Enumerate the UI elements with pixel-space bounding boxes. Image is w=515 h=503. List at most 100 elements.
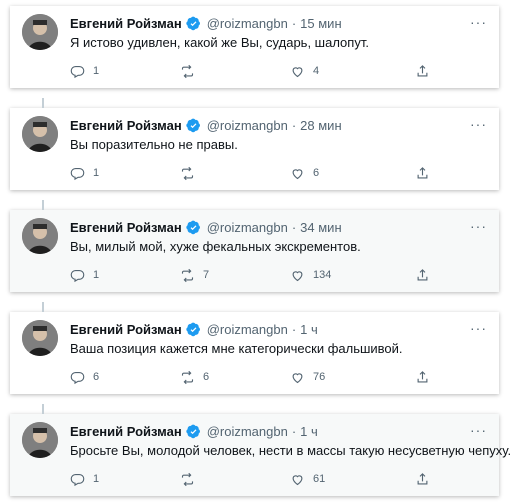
tweet-actions: 6 6 76 (70, 368, 430, 386)
reply-button[interactable]: 1 (70, 166, 180, 181)
tweet-text: Я истово удивлен, какой же Вы, сударь, ш… (70, 35, 369, 50)
share-button[interactable] (415, 472, 430, 487)
thread-line (42, 302, 44, 312)
like-button[interactable]: 61 (290, 472, 400, 487)
share-icon (417, 370, 428, 382)
tweet-time[interactable]: 28 мин (300, 118, 341, 133)
reply-count: 1 (93, 473, 100, 485)
tweet-card[interactable]: Евгений Ройзман @roizmangbn · 1 ч ··· Ва… (10, 302, 499, 394)
tweet-card[interactable]: Евгений Ройзман @roizmangbn · 1 ч ··· Бр… (10, 404, 512, 496)
more-options-icon[interactable]: ··· (470, 320, 487, 336)
more-options-icon[interactable]: ··· (470, 422, 487, 438)
share-button[interactable] (415, 166, 430, 181)
share-icon (417, 64, 428, 76)
verified-badge-icon (186, 16, 200, 30)
like-icon (292, 474, 303, 485)
reply-icon (70, 473, 85, 486)
tweet-header: Евгений Ройзман @roizmangbn · 1 ч (70, 422, 489, 440)
separator-dot: · (291, 117, 297, 133)
author-name[interactable]: Евгений Ройзман (70, 16, 182, 31)
retweet-count: 6 (203, 371, 210, 383)
like-count: 76 (313, 371, 326, 383)
separator-dot: · (291, 15, 297, 31)
like-button[interactable]: 6 (290, 166, 400, 181)
separator-dot: · (291, 321, 297, 337)
tweet-time[interactable]: 1 ч (300, 322, 318, 337)
reply-button[interactable]: 6 (70, 370, 180, 385)
retweet-icon (181, 472, 194, 486)
author-name[interactable]: Евгений Ройзман (70, 220, 182, 235)
retweet-button[interactable] (180, 472, 290, 487)
verified-badge-icon (186, 220, 200, 234)
author-handle[interactable]: @roizmangbn (207, 424, 288, 439)
tweet-header: Евгений Ройзман @roizmangbn · 34 мин (70, 218, 489, 236)
reply-count: 1 (93, 167, 100, 179)
more-options-icon[interactable]: ··· (470, 14, 487, 30)
separator-dot: · (291, 219, 297, 235)
tweet-header: Евгений Ройзман @roizmangbn · 15 мин (70, 14, 489, 32)
retweet-button[interactable] (180, 64, 290, 79)
tweet-time[interactable]: 34 мин (300, 220, 341, 235)
reply-button[interactable]: 1 (70, 64, 180, 79)
author-name[interactable]: Евгений Ройзман (70, 424, 182, 439)
tweet-actions: 1 7 134 (70, 266, 430, 284)
tweet-time[interactable]: 15 мин (300, 16, 341, 31)
tweet-card[interactable]: Евгений Ройзман @roizmangbn · 28 мин ···… (10, 98, 499, 190)
like-count: 134 (313, 269, 332, 281)
avatar[interactable] (22, 218, 58, 254)
author-name[interactable]: Евгений Ройзман (70, 118, 182, 133)
share-button[interactable] (415, 370, 430, 385)
avatar[interactable] (22, 320, 58, 356)
share-button[interactable] (415, 64, 430, 79)
tweet-card[interactable]: Евгений Ройзман @roizmangbn · 15 мин ···… (10, 6, 499, 88)
avatar[interactable] (22, 422, 58, 458)
tweet-text: Вы, милый мой, хуже фекальных экскремент… (70, 239, 361, 254)
share-button[interactable] (415, 268, 430, 283)
avatar[interactable] (22, 116, 58, 152)
author-handle[interactable]: @roizmangbn (207, 220, 288, 235)
like-count: 61 (313, 473, 326, 485)
more-options-icon[interactable]: ··· (470, 116, 487, 132)
author-handle[interactable]: @roizmangbn (207, 118, 288, 133)
reply-button[interactable]: 1 (70, 472, 180, 487)
retweet-icon (181, 166, 194, 180)
reply-icon (70, 65, 85, 78)
avatar[interactable] (22, 14, 58, 50)
tweet-text: Бросьте Вы, молодой человек, нести в мас… (70, 443, 512, 458)
share-icon (417, 472, 428, 484)
verified-badge-icon (186, 118, 200, 132)
thread-line (42, 404, 44, 414)
reply-icon (70, 167, 85, 180)
avatar-image (22, 422, 58, 458)
author-handle[interactable]: @roizmangbn (207, 322, 288, 337)
retweet-button[interactable]: 7 (180, 268, 290, 283)
tweet-actions: 1 61 (70, 470, 430, 488)
like-button[interactable]: 76 (290, 370, 400, 385)
retweet-icon (181, 64, 194, 78)
reply-icon (70, 371, 85, 384)
tweet-time[interactable]: 1 ч (300, 424, 318, 439)
like-icon (292, 270, 303, 281)
like-button[interactable]: 134 (290, 268, 400, 283)
retweet-button[interactable] (180, 166, 290, 181)
verified-badge-icon (186, 424, 200, 438)
tweet-text: Ваша позиция кажется мне категорически ф… (70, 341, 403, 356)
reply-button[interactable]: 1 (70, 268, 180, 283)
avatar-image (22, 218, 58, 254)
tweet-header: Евгений Ройзман @roizmangbn · 1 ч (70, 320, 489, 338)
more-options-icon[interactable]: ··· (470, 218, 487, 234)
separator-dot: · (291, 423, 297, 439)
like-icon (292, 168, 303, 179)
tweet-card[interactable]: Евгений Ройзман @roizmangbn · 34 мин ···… (10, 200, 499, 292)
like-count: 4 (313, 65, 320, 77)
author-handle[interactable]: @roizmangbn (207, 16, 288, 31)
thread-line (42, 98, 44, 108)
like-button[interactable]: 4 (290, 64, 400, 79)
author-name[interactable]: Евгений Ройзман (70, 322, 182, 337)
tweet-actions: 1 6 (70, 164, 430, 182)
share-icon (417, 268, 428, 280)
retweet-button[interactable]: 6 (180, 370, 290, 385)
like-icon (292, 66, 303, 77)
retweet-icon (181, 370, 194, 384)
avatar-image (22, 116, 58, 152)
